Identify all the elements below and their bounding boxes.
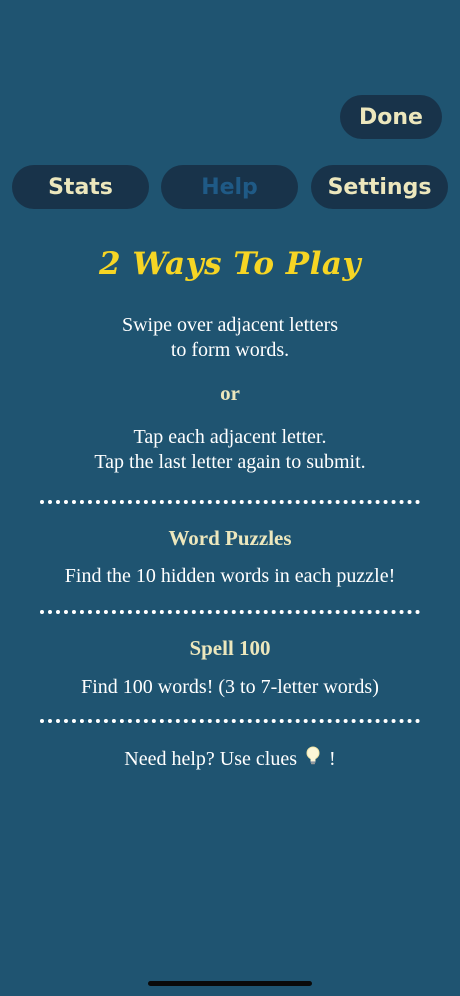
home-indicator[interactable] xyxy=(148,981,312,986)
tab-help[interactable]: Help xyxy=(161,165,298,209)
divider-2 xyxy=(40,610,420,614)
spell-100-text: Find 100 words! (3 to 7-letter words) xyxy=(81,676,379,698)
tap-line-1: Tap each adjacent letter. xyxy=(133,426,327,448)
tap-instructions: Tap each adjacent letter. Tap the last l… xyxy=(0,425,460,475)
clue-hint: Need help? Use clues ! xyxy=(0,746,460,773)
word-puzzles-heading: Word Puzzles xyxy=(168,526,292,550)
divider-3 xyxy=(40,719,420,723)
clue-hint-text: Need help? Use clues xyxy=(124,748,298,770)
tab-stats[interactable]: Stats xyxy=(12,165,149,209)
clue-hint-suffix: ! xyxy=(329,748,336,770)
tab-bar: Stats Help Settings xyxy=(12,165,448,209)
help-title: 2 Ways To Play xyxy=(99,246,361,282)
swipe-line-2: to form words. xyxy=(170,339,290,361)
divider-1 xyxy=(40,500,420,504)
lightbulb-icon xyxy=(304,746,322,773)
swipe-instructions: Swipe over adjacent letters to form word… xyxy=(0,313,460,363)
spell-100-heading: Spell 100 xyxy=(189,636,271,660)
swipe-line-1: Swipe over adjacent letters xyxy=(121,314,339,336)
word-puzzles-text: Find the 10 hidden words in each puzzle! xyxy=(64,565,396,587)
tab-settings[interactable]: Settings xyxy=(311,165,448,209)
done-button[interactable]: Done xyxy=(340,95,442,139)
or-label: or xyxy=(220,381,240,405)
tap-line-2: Tap the last letter again to submit. xyxy=(94,451,366,473)
